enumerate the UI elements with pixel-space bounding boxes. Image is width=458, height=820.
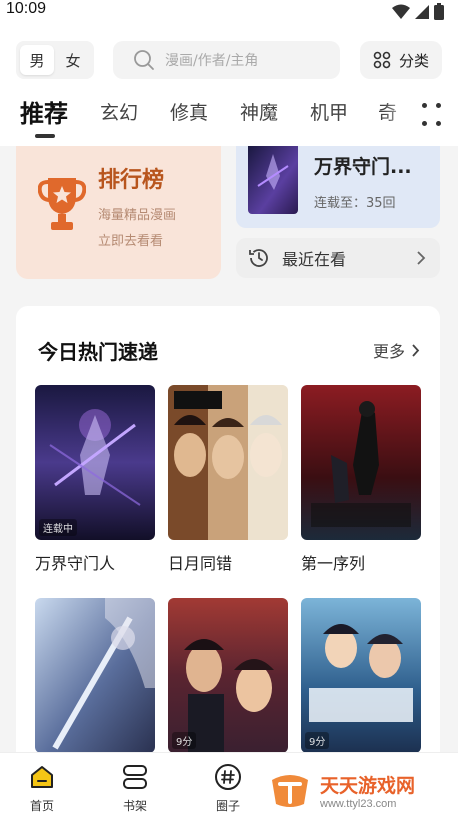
nav-home[interactable]: 首页 xyxy=(12,761,72,814)
reading-progress: 连载至：35回 xyxy=(314,196,396,211)
continue-reading-card[interactable]: 万界守门... 连载至：35回 xyxy=(236,146,440,228)
comic-tag: 连载中 xyxy=(39,519,77,536)
tab-xuanhuan[interactable]: 玄幻 xyxy=(100,98,138,125)
gender-male-option[interactable]: 男 xyxy=(20,45,54,75)
hashtag-icon xyxy=(215,764,241,790)
trophy-icon xyxy=(38,178,86,230)
bookshelf-icon xyxy=(123,765,147,789)
chevron-right-icon xyxy=(417,251,426,265)
hot-more-link[interactable]: 更多 xyxy=(373,338,420,362)
ranking-cta: 立即去看看 xyxy=(98,234,164,249)
nav-home-label: 首页 xyxy=(29,799,54,813)
reading-title: 万界守门... xyxy=(314,156,412,178)
top-bar: 男 女 漫画/作者/主角 分类 xyxy=(0,26,458,92)
dot-icon xyxy=(422,121,427,126)
tab-jijia[interactable]: 机甲 xyxy=(310,98,348,125)
category-button[interactable]: 分类 xyxy=(360,41,442,79)
more-tabs-button[interactable] xyxy=(414,101,448,135)
status-bar: 10:09 xyxy=(0,0,458,26)
watermark-url: www.ttyl23.com xyxy=(320,797,397,810)
status-icons xyxy=(392,3,444,20)
home-icon xyxy=(31,766,53,788)
tab-recommend[interactable]: 推荐 xyxy=(20,94,68,129)
chevron-right-icon xyxy=(412,343,420,357)
comic-name: 万界守门人 xyxy=(35,554,116,573)
tab-active-indicator xyxy=(35,134,55,138)
signal-icon xyxy=(415,4,429,19)
watermark-icon xyxy=(272,775,308,807)
ranking-card[interactable]: 排行榜 海量精品漫画 立即去看看 xyxy=(16,146,221,279)
nav-circle-label: 圈子 xyxy=(215,799,240,813)
watermark-logo: 天天游戏网 www.ttyl23.com xyxy=(262,760,458,820)
grid-icon xyxy=(373,51,391,69)
comic-cover xyxy=(301,385,421,540)
status-time: 10:09 xyxy=(6,0,47,17)
hot-section-title: 今日热门速递 xyxy=(38,340,158,364)
comic-cover: 9分 xyxy=(168,598,288,753)
battery-icon xyxy=(434,3,444,20)
watermark-brand: 天天游戏网 xyxy=(320,774,416,797)
gender-female-option[interactable]: 女 xyxy=(56,45,90,75)
nav-circle[interactable]: 圈子 xyxy=(198,761,258,814)
comic-card[interactable]: 日月同错 xyxy=(168,385,288,574)
reading-cover xyxy=(248,146,298,214)
nav-bookshelf-label: 书架 xyxy=(122,799,147,813)
search-icon xyxy=(134,50,154,70)
comic-cover: 连载中 xyxy=(35,385,155,540)
comic-card[interactable]: 第一序列 xyxy=(301,385,421,574)
recent-reading-button[interactable]: 最近在看 xyxy=(236,238,440,278)
dot-icon xyxy=(436,121,441,126)
wifi-icon xyxy=(392,4,410,19)
nav-bookshelf[interactable]: 书架 xyxy=(105,761,165,814)
recent-label: 最近在看 xyxy=(282,250,347,269)
comic-card[interactable] xyxy=(35,598,155,763)
ranking-title: 排行榜 xyxy=(98,168,165,193)
category-label: 分类 xyxy=(398,51,429,70)
more-label: 更多 xyxy=(372,342,405,361)
dot-icon xyxy=(422,103,427,108)
comic-card[interactable]: 9分 xyxy=(168,598,288,763)
gender-toggle: 男 女 xyxy=(16,41,94,79)
tab-shenmo[interactable]: 神魔 xyxy=(240,98,278,125)
search-placeholder: 漫画/作者/主角 xyxy=(165,53,259,69)
hot-section: 今日热门速递 更多 连载中 万界守门人 日月同错 第一序列 9分 9分 xyxy=(16,306,440,766)
comic-cover: 9分 xyxy=(301,598,421,753)
comic-tag: 9分 xyxy=(305,732,330,749)
comic-cover xyxy=(168,385,288,540)
comic-card[interactable]: 连载中 万界守门人 xyxy=(35,385,155,574)
ranking-subtitle: 海量精品漫画 xyxy=(98,208,177,223)
comic-name: 日月同错 xyxy=(168,554,233,573)
dot-icon xyxy=(436,103,441,108)
tabs-fade xyxy=(384,92,414,146)
comic-name: 第一序列 xyxy=(301,554,366,573)
comic-tag: 9分 xyxy=(172,732,197,749)
tab-xiuzhen[interactable]: 修真 xyxy=(170,98,208,125)
comic-cover xyxy=(35,598,155,753)
search-input[interactable]: 漫画/作者/主角 xyxy=(113,41,340,79)
comic-card[interactable]: 9分 xyxy=(301,598,421,763)
history-icon xyxy=(249,249,268,267)
category-tabs: 推荐 玄幻 修真 神魔 机甲 奇 xyxy=(0,92,458,146)
